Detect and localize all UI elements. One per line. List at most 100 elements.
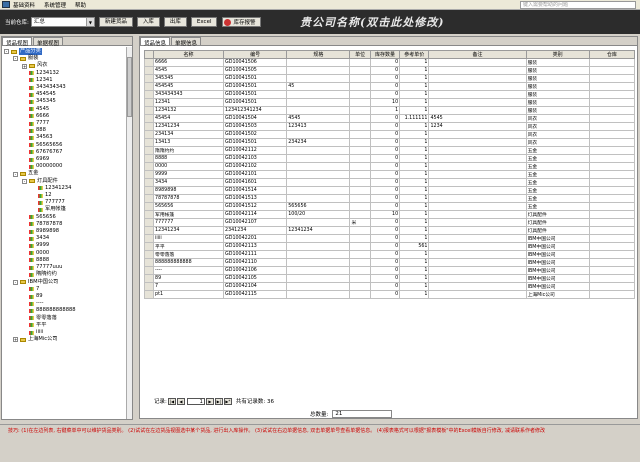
table-cell[interactable]: 1 (399, 90, 430, 99)
row-selector[interactable] (144, 66, 155, 75)
table-cell[interactable] (349, 90, 371, 99)
tree-node[interactable]: 12341234 (4, 185, 130, 192)
tree-node[interactable]: 6666 (4, 113, 130, 120)
tree-node[interactable]: 77777uuu (4, 264, 130, 271)
table-cell[interactable] (349, 234, 371, 243)
prev-record-button[interactable]: ◀ (176, 397, 185, 405)
table-cell[interactable]: 1 (399, 130, 430, 139)
table-cell[interactable]: GD10041504 (223, 114, 288, 123)
row-selector[interactable] (144, 106, 155, 115)
row-selector[interactable] (144, 186, 155, 195)
table-cell[interactable]: 1234 (428, 122, 527, 131)
table-cell[interactable] (588, 106, 635, 115)
table-cell[interactable] (349, 58, 371, 67)
table-row[interactable]: 9999 GD10042101 0 1 五金 (144, 170, 635, 179)
tree-node[interactable]: 平平 (4, 322, 130, 329)
table-row[interactable]: 3434 GD10041601 0 1 五金 (144, 178, 635, 187)
table-cell[interactable]: 服装 (525, 58, 590, 67)
tree-node[interactable]: ---- (4, 300, 130, 307)
column-header[interactable]: 名称 (153, 50, 225, 59)
tree-node[interactable]: 345345 (4, 98, 130, 105)
table-cell[interactable]: 1 (399, 210, 430, 219)
table-cell[interactable]: 1 (399, 258, 430, 267)
table-cell[interactable]: 五金 (525, 202, 590, 211)
table-cell[interactable]: 1 (399, 66, 430, 75)
collapse-icon[interactable]: - (22, 178, 27, 184)
tree-node[interactable]: 888 (4, 127, 130, 134)
table-cell[interactable] (349, 170, 371, 179)
table-cell[interactable]: 8989898 (153, 186, 225, 195)
table-cell[interactable]: 234234 (286, 138, 351, 147)
table-cell[interactable] (286, 242, 351, 251)
table-cell[interactable] (349, 74, 371, 83)
table-cell[interactable] (286, 154, 351, 163)
table-cell[interactable] (428, 138, 527, 147)
table-cell[interactable]: 0 (369, 146, 401, 155)
row-selector[interactable] (144, 98, 155, 107)
table-cell[interactable]: 平平 (153, 242, 225, 251)
table-cell[interactable] (428, 266, 527, 275)
table-cell[interactable] (286, 218, 351, 227)
table-cell[interactable]: 0 (369, 66, 401, 75)
row-selector[interactable] (144, 130, 155, 139)
table-row[interactable]: 234134 GD10041502 0 1 风衣 (144, 130, 635, 139)
table-cell[interactable] (428, 234, 527, 243)
table-cell[interactable]: 9999 (153, 170, 225, 179)
table-cell[interactable] (428, 186, 527, 195)
table-cell[interactable]: GD10042101 (223, 170, 288, 179)
table-cell[interactable]: 0 (369, 282, 401, 291)
table-cell[interactable]: 100/20 (286, 210, 351, 219)
table-cell[interactable]: GD10042115 (223, 290, 288, 299)
row-selector[interactable] (144, 218, 155, 227)
table-cell[interactable]: GD10041503 (223, 122, 288, 131)
table-cell[interactable]: 7 (153, 282, 225, 291)
table-cell[interactable] (428, 98, 527, 107)
table-cell[interactable] (286, 146, 351, 155)
tree-node[interactable]: - 服装 (4, 55, 130, 62)
table-cell[interactable] (588, 154, 635, 163)
table-cell[interactable]: 1 (399, 178, 430, 187)
table-cell[interactable]: 6666 (153, 58, 225, 67)
table-cell[interactable] (588, 170, 635, 179)
column-header[interactable]: 备注 (428, 50, 527, 59)
table-cell[interactable]: 12341 (153, 98, 225, 107)
table-cell[interactable]: 0 (369, 274, 401, 283)
table-cell[interactable]: 12341234 (153, 226, 225, 235)
table-cell[interactable]: GD10041601 (223, 178, 288, 187)
table-cell[interactable]: 1 (399, 122, 430, 131)
table-cell[interactable] (588, 258, 635, 267)
table-cell[interactable]: 服装 (525, 98, 590, 107)
table-cell[interactable]: 风衣 (525, 114, 590, 123)
table-cell[interactable]: GD10041501 (223, 82, 288, 91)
table-row[interactable]: iiiii GD10042201 0 1 IBM中国公司 (144, 234, 635, 243)
tree-node[interactable]: 7 (4, 286, 130, 293)
table-cell[interactable]: 0 (369, 226, 401, 235)
table-cell[interactable]: 1.111111 (399, 114, 430, 123)
row-selector[interactable] (144, 146, 155, 155)
collapse-icon[interactable]: - (13, 279, 18, 285)
table-cell[interactable]: 12341234 (286, 226, 351, 235)
tree-node[interactable]: 军用帐篷 (4, 206, 130, 213)
table-cell[interactable] (286, 130, 351, 139)
table-cell[interactable]: 1 (399, 58, 430, 67)
last-record-button[interactable]: ▶| (214, 397, 223, 405)
table-cell[interactable]: 1 (399, 162, 430, 171)
table-cell[interactable] (428, 194, 527, 203)
table-cell[interactable]: 12341234 (153, 122, 225, 131)
table-cell[interactable]: GD10041512 (223, 202, 288, 211)
table-cell[interactable] (428, 170, 527, 179)
table-cell[interactable]: GD10042201 (223, 234, 288, 243)
table-cell[interactable]: 13413 (153, 138, 225, 147)
table-row[interactable]: 零零落落 GD10042111 0 1 IBM中国公司 (144, 250, 635, 259)
table-cell[interactable] (349, 274, 371, 283)
table-cell[interactable] (286, 162, 351, 171)
table-cell[interactable]: IBM中国公司 (525, 258, 590, 267)
record-number-input[interactable]: 1 (186, 397, 205, 405)
table-cell[interactable]: 777777 (153, 218, 225, 227)
table-cell[interactable]: 服装 (525, 90, 590, 99)
table-cell[interactable]: 军用帐篷 (153, 210, 225, 219)
table-row[interactable]: 12341234 GD10041503 123413 0 1 1234 风衣 (144, 122, 635, 131)
table-row[interactable]: 0000 GD10042102 0 1 五金 (144, 162, 635, 171)
table-cell[interactable] (428, 130, 527, 139)
table-cell[interactable] (428, 282, 527, 291)
